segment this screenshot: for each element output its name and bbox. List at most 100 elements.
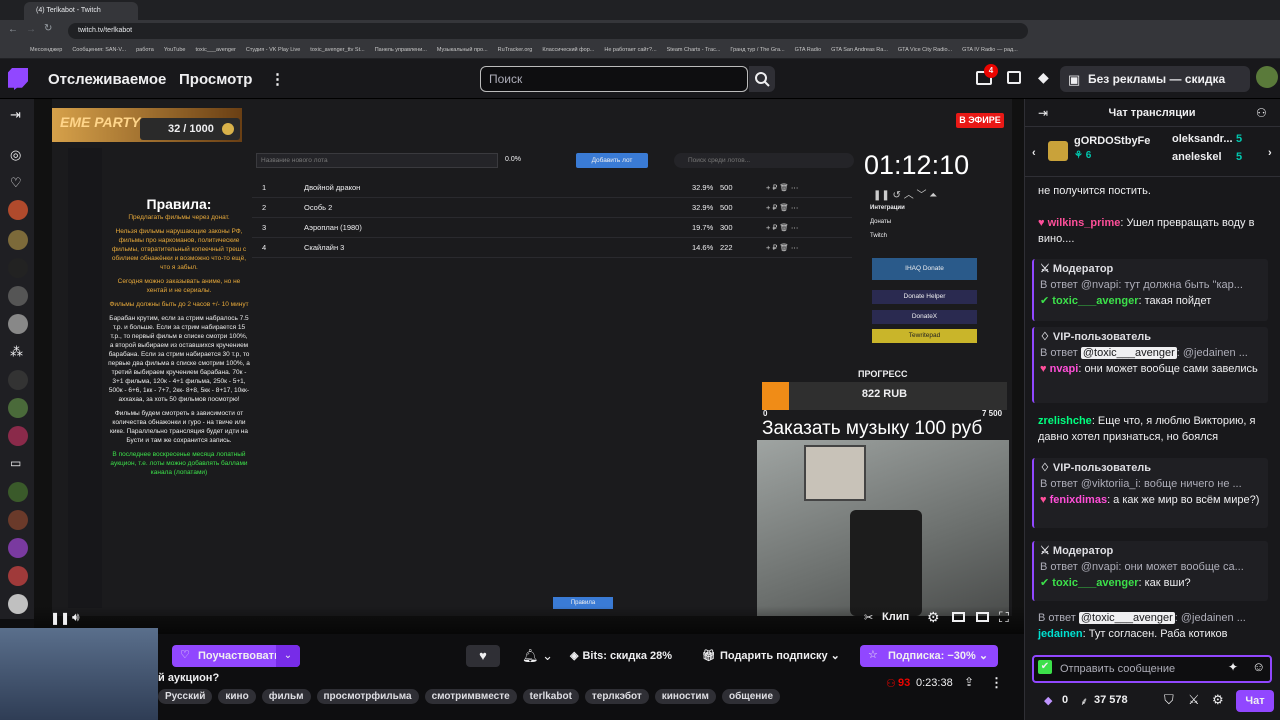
channel-avatar[interactable] bbox=[8, 426, 28, 446]
channel-avatar[interactable] bbox=[8, 398, 28, 418]
search-input[interactable]: Поиск bbox=[480, 66, 748, 92]
reply-context[interactable]: В ответ @viktoriia_i: вобще ничего не ..… bbox=[1040, 476, 1262, 492]
subscribe-button[interactable]: Подписка: −30% ⌄ bbox=[860, 645, 998, 667]
chat-settings-icon[interactable]: ⚙ bbox=[1212, 692, 1224, 708]
bookmark-item[interactable]: toxic_avenger_ttv St... bbox=[310, 42, 364, 58]
bookmark-item[interactable]: GTA IV Radio — рад... bbox=[962, 42, 1018, 58]
bookmark-item[interactable]: YouTube bbox=[164, 42, 186, 58]
chat-username[interactable]: toxic___avenger bbox=[1052, 295, 1138, 307]
stream-tag[interactable]: смотримвместе bbox=[424, 689, 517, 704]
mod-badge-icon[interactable]: ✔ bbox=[1038, 660, 1052, 674]
notifications-bell-icon[interactable]: 🔔︎ ⌄ bbox=[512, 645, 558, 667]
chevron-right-icon[interactable]: › bbox=[1268, 147, 1272, 159]
chevron-down-icon[interactable]: ⌄ bbox=[276, 645, 300, 667]
reply-context[interactable]: В ответ @nvapi: тут должна быть "кар... bbox=[1040, 277, 1262, 293]
gifter-name[interactable]: oleksandr... bbox=[1172, 133, 1233, 145]
community-icon[interactable]: ⚇ bbox=[1256, 106, 1267, 120]
stream-tag[interactable]: Русский bbox=[158, 689, 213, 704]
back-icon[interactable]: ← bbox=[8, 24, 18, 35]
bookmark-item[interactable]: GTA Radio bbox=[795, 42, 822, 58]
more-options-icon[interactable]: ⋮ bbox=[990, 675, 1003, 691]
bookmark-item[interactable]: RuTracker.org bbox=[498, 42, 533, 58]
channel-avatar[interactable] bbox=[8, 510, 28, 530]
chat-username[interactable]: jedainen bbox=[1038, 628, 1083, 640]
crown-icon[interactable]: ◆ bbox=[1038, 69, 1049, 86]
chat-username[interactable]: wilkins_prime bbox=[1048, 217, 1121, 229]
channel-avatar[interactable] bbox=[8, 594, 28, 614]
gift-sub-button[interactable]: 🎁︎ Подарить подписку ⌄ bbox=[702, 645, 852, 667]
browser-tab[interactable]: (4) Terlkabot - Twitch bbox=[24, 2, 138, 20]
bookmark-item[interactable]: toxic___avenger bbox=[195, 42, 235, 58]
channel-avatar[interactable] bbox=[8, 566, 28, 586]
bookmark-item[interactable]: Музыкальный про... bbox=[437, 42, 488, 58]
shield-icon[interactable]: ⛉ bbox=[1164, 692, 1174, 708]
bookmark-item[interactable]: Гранд тур / The Gra... bbox=[730, 42, 784, 58]
magic-icon[interactable]: ✦ bbox=[1228, 660, 1238, 674]
url-field[interactable]: twitch.tv/terlkabot bbox=[68, 23, 1028, 39]
ad-free-promo-button[interactable]: Без рекламы — скидка 20% bbox=[1060, 66, 1250, 112]
bookmark-item[interactable]: Классический фор... bbox=[542, 42, 594, 58]
share-icon[interactable]: ⇪ bbox=[964, 675, 974, 689]
clip-button[interactable]: Клип bbox=[882, 611, 909, 623]
stream-tag[interactable]: терлкэбот bbox=[584, 689, 649, 704]
whispers-icon[interactable] bbox=[1007, 71, 1021, 84]
stream-tag[interactable]: общение bbox=[721, 689, 781, 704]
channel-avatar[interactable] bbox=[8, 538, 28, 558]
channel-avatar[interactable] bbox=[8, 200, 28, 220]
gifter-name[interactable]: aneleskel bbox=[1172, 151, 1222, 163]
bookmark-item[interactable]: Мессенджер bbox=[30, 42, 62, 58]
bookmark-item[interactable]: работа bbox=[136, 42, 154, 58]
channel-avatar[interactable] bbox=[8, 370, 28, 390]
video-icon[interactable]: ▭ bbox=[10, 456, 21, 470]
recommended-icon[interactable]: ◎ bbox=[10, 147, 21, 163]
stream-tag[interactable]: киностим bbox=[654, 689, 716, 704]
nav-browse[interactable]: Просмотр bbox=[179, 71, 252, 88]
bookmark-item[interactable]: GTA San Andreas Ra... bbox=[831, 42, 888, 58]
chat-username[interactable]: toxic___avenger bbox=[1052, 577, 1138, 589]
chat-username[interactable]: zrelishche bbox=[1038, 415, 1092, 427]
collapse-chat-arrow-icon[interactable]: ⇥ bbox=[1038, 106, 1048, 120]
settings-gear-icon[interactable]: ⚙ bbox=[927, 609, 940, 626]
bookmark-item[interactable]: Steam Charts - Trac... bbox=[667, 42, 721, 58]
reply-context[interactable]: В ответ @toxic___avenger: @jedainen ... bbox=[1038, 610, 1270, 626]
channel-avatar[interactable] bbox=[8, 230, 28, 250]
volume-icon[interactable]: 🔊︎ bbox=[72, 610, 80, 625]
nav-following[interactable]: Отслеживаемое bbox=[48, 71, 166, 88]
channel-avatar[interactable] bbox=[8, 314, 28, 334]
bits-button[interactable]: ◈ Bits: скидка 28% bbox=[570, 645, 690, 667]
stream-tag[interactable]: terlkabot bbox=[522, 689, 579, 704]
stream-tag[interactable]: просмотрфильма bbox=[316, 689, 419, 704]
follow-heart-icon[interactable]: ♥ bbox=[466, 645, 500, 667]
forward-icon[interactable]: → bbox=[26, 24, 36, 35]
pause-icon[interactable]: ❚❚ bbox=[50, 611, 70, 625]
channel-points-icon[interactable]: ⸙ bbox=[1080, 694, 1088, 709]
sword-icon[interactable]: ⚔ bbox=[1188, 692, 1200, 708]
chat-username[interactable]: fenixdimas bbox=[1050, 494, 1107, 506]
bits-balance-icon[interactable]: ◆ bbox=[1044, 694, 1052, 707]
channel-avatar[interactable] bbox=[8, 258, 28, 278]
emote-picker-icon[interactable]: ☺ bbox=[1252, 659, 1265, 674]
collapse-chat-icon[interactable] bbox=[976, 612, 989, 622]
channel-avatar[interactable] bbox=[8, 482, 28, 502]
bookmark-item[interactable]: Не работает сайт?... bbox=[604, 42, 656, 58]
chevron-left-icon[interactable]: ‹ bbox=[1032, 147, 1036, 159]
bookmark-item[interactable]: Сообщения: SAN-V... bbox=[72, 42, 126, 58]
reply-context[interactable]: В ответ @nvapi: они может вообще са... bbox=[1040, 559, 1262, 575]
bookmark-item[interactable]: GTA Vice City Radio... bbox=[898, 42, 952, 58]
chat-send-button[interactable]: Чат bbox=[1236, 690, 1274, 712]
user-avatar[interactable] bbox=[1256, 66, 1278, 88]
search-button[interactable] bbox=[749, 66, 775, 92]
reload-icon[interactable]: ↻ bbox=[44, 23, 52, 34]
bookmark-item[interactable]: Панель управлени... bbox=[375, 42, 427, 58]
stream-tag[interactable]: кино bbox=[218, 689, 256, 704]
reply-context[interactable]: В ответ @toxic___avenger: @jedainen ... bbox=[1040, 345, 1262, 361]
heart-following-icon[interactable]: ♡ bbox=[10, 175, 22, 191]
gifter-name[interactable]: gORDOStbyFe bbox=[1074, 135, 1150, 147]
fullscreen-icon[interactable]: ⛶ bbox=[999, 609, 1009, 626]
add-friend-icon[interactable]: ⁂ bbox=[10, 344, 23, 360]
more-menu-icon[interactable]: ⋮ bbox=[270, 70, 285, 88]
chat-username[interactable]: nvapi bbox=[1050, 363, 1079, 375]
theatre-mode-icon[interactable] bbox=[952, 612, 965, 622]
bookmark-item[interactable]: Студия - VK Play Live bbox=[246, 42, 300, 58]
expand-sidebar-icon[interactable]: ⇥ bbox=[10, 107, 21, 123]
